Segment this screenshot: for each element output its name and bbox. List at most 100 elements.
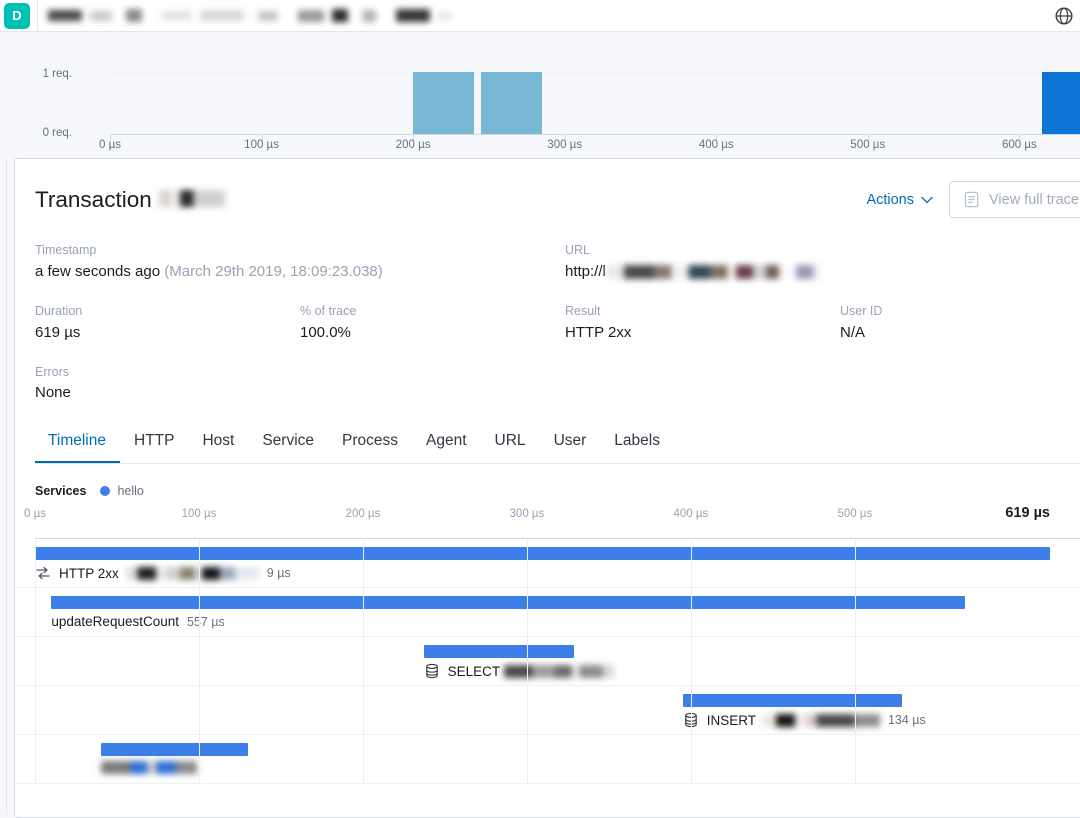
waterfall-row[interactable]: updateRequestCount 557 µs [15,588,1080,638]
globe-icon[interactable] [1053,5,1075,27]
timeline-tick: 500 µs [837,508,873,521]
user-id-label: User ID [840,303,883,318]
histogram-plot-area[interactable] [110,72,1080,135]
transaction-header: Transaction Actions View full trace [15,159,1080,218]
services-label: Services [35,484,87,499]
page-title-redacted [158,189,225,207]
actions-button[interactable]: Actions [866,192,933,208]
detail-tabs[interactable]: Timeline HTTP Host Service Process Agent URL Us… [35,424,1080,465]
metadata-result: Result HTTP 2xx [565,303,840,342]
histogram-x-tick: 300 µs [547,139,583,151]
nav-redacted-item [90,10,112,21]
latency-distribution-chart[interactable]: 1 req. 0 req. 0 µs 100 µs 200 µs 300 µs 400 … [0,33,1080,151]
histogram-bar-selected[interactable] [1042,72,1080,134]
legend-item-hello: hello [100,484,144,498]
document-icon [964,191,979,208]
timeline-gridline [362,539,364,785]
waterfall-row-label: INSERT 134 µs [683,712,926,728]
tab-process[interactable]: Process [328,424,412,463]
tab-service[interactable]: Service [248,424,328,463]
histogram-x-tick-mark [261,135,263,140]
services-legend: Services hello [35,484,1080,498]
timeline-gridline [526,539,528,785]
waterfall-row-label [100,761,197,775]
tab-host[interactable]: Host [188,424,248,463]
histogram-x-tick: 500 µs [850,139,886,151]
histogram-x-tick-mark [413,135,415,140]
timestamp-value: a few seconds ago (March 29th 2019, 18:0… [35,263,565,281]
view-full-trace-button[interactable]: View full trace [949,181,1080,218]
histogram-bar[interactable] [413,72,474,134]
histogram-x-tick-mark [110,135,111,140]
histogram-x-tick: 100 µs [244,139,279,151]
tab-timeline[interactable]: Timeline [35,424,120,464]
tab-url[interactable]: URL [481,424,540,463]
metadata-row-3: Errors None [35,365,1080,403]
errors-value: None [35,384,71,402]
timeline-tick: 100 µs [181,508,217,521]
waterfall-label-redacted [761,713,880,727]
waterfall-span-name: HTTP 2xx [59,565,119,581]
waterfall-label-redacted [126,566,259,580]
result-label: Result [565,303,601,318]
waterfall-span-duration: 557 µs [187,614,225,629]
timeline-total-duration: 619 µs [1005,505,1050,522]
waterfall-bar[interactable] [35,547,1050,561]
histogram-y-label-bottom: 0 req. [42,127,72,139]
transaction-icon [36,567,50,580]
timeline-tick: 0 µs [24,508,46,521]
waterfall-row[interactable]: INSERT 134 µs [15,686,1080,736]
waterfall-rows[interactable]: HTTP 2xx 9 µs updateRequestCount 557 µs SELE… [15,539,1080,785]
chevron-down-icon [921,196,933,203]
timestamp-relative: a few seconds ago [35,262,161,280]
metadata-row-1: Timestamp a few seconds ago (March 29th … [35,243,1080,281]
pct-of-trace-label: % of trace [300,303,357,318]
app-logo[interactable]: D [4,2,30,29]
nav-divider [37,0,38,32]
metadata-user-id: User ID N/A [840,303,1080,342]
url-prefix: http://l [565,262,606,280]
histogram-x-tick-mark [716,135,718,140]
waterfall-bar[interactable] [682,694,903,708]
timeline-tick: 400 µs [673,508,709,521]
waterfall-label-redacted [100,761,197,775]
page-title-text: Transaction [35,186,152,212]
timestamp-label: Timestamp [35,243,97,257]
tab-labels[interactable]: Labels [600,424,674,463]
histogram-x-tick-mark [867,135,869,140]
database-icon [425,664,438,679]
metadata-timestamp: Timestamp a few seconds ago (March 29th … [35,243,565,281]
waterfall-span-name: SELECT [447,663,501,679]
histogram-x-tick: 200 µs [395,139,431,151]
view-full-trace-label: View full trace [989,191,1079,208]
waterfall-bar[interactable] [100,743,249,757]
histogram-x-tick: 400 µs [698,139,734,151]
timeline-tick: 300 µs [509,508,545,521]
histogram-bar[interactable] [481,72,542,134]
nav-redacted-item [48,10,82,21]
nav-redacted-item [200,10,244,21]
tab-agent[interactable]: Agent [412,424,481,463]
duration-label: Duration [35,303,83,318]
tab-http[interactable]: HTTP [120,424,188,463]
timeline-gridline [690,539,692,785]
waterfall-row[interactable] [15,735,1080,785]
page-left-gutter [0,158,7,814]
tab-user[interactable]: User [540,424,601,463]
url-label: URL [565,243,591,257]
nav-redacted-items [48,0,466,32]
nav-redacted-item [396,9,430,22]
histogram-x-tick: 600 µs [1001,139,1037,151]
timestamp-absolute: (March 29th 2019, 18:09:23.038) [164,262,383,280]
waterfall-row[interactable]: SELECT [15,637,1080,687]
actions-button-label: Actions [866,191,914,208]
user-id-value: N/A [840,323,866,341]
histogram-x-axis: 0 µs 100 µs 200 µs 300 µs 400 µs 500 µs 600 µs [0,139,1080,159]
waterfall-row[interactable]: HTTP 2xx 9 µs [15,539,1080,589]
header-actions: Actions View full trace [866,181,1080,218]
timeline-gridline [35,539,36,785]
legend-color-dot [100,486,111,497]
waterfall-bar[interactable] [423,645,575,659]
waterfall-span-name: updateRequestCount [51,614,179,630]
waterfall-bar[interactable] [51,596,965,610]
